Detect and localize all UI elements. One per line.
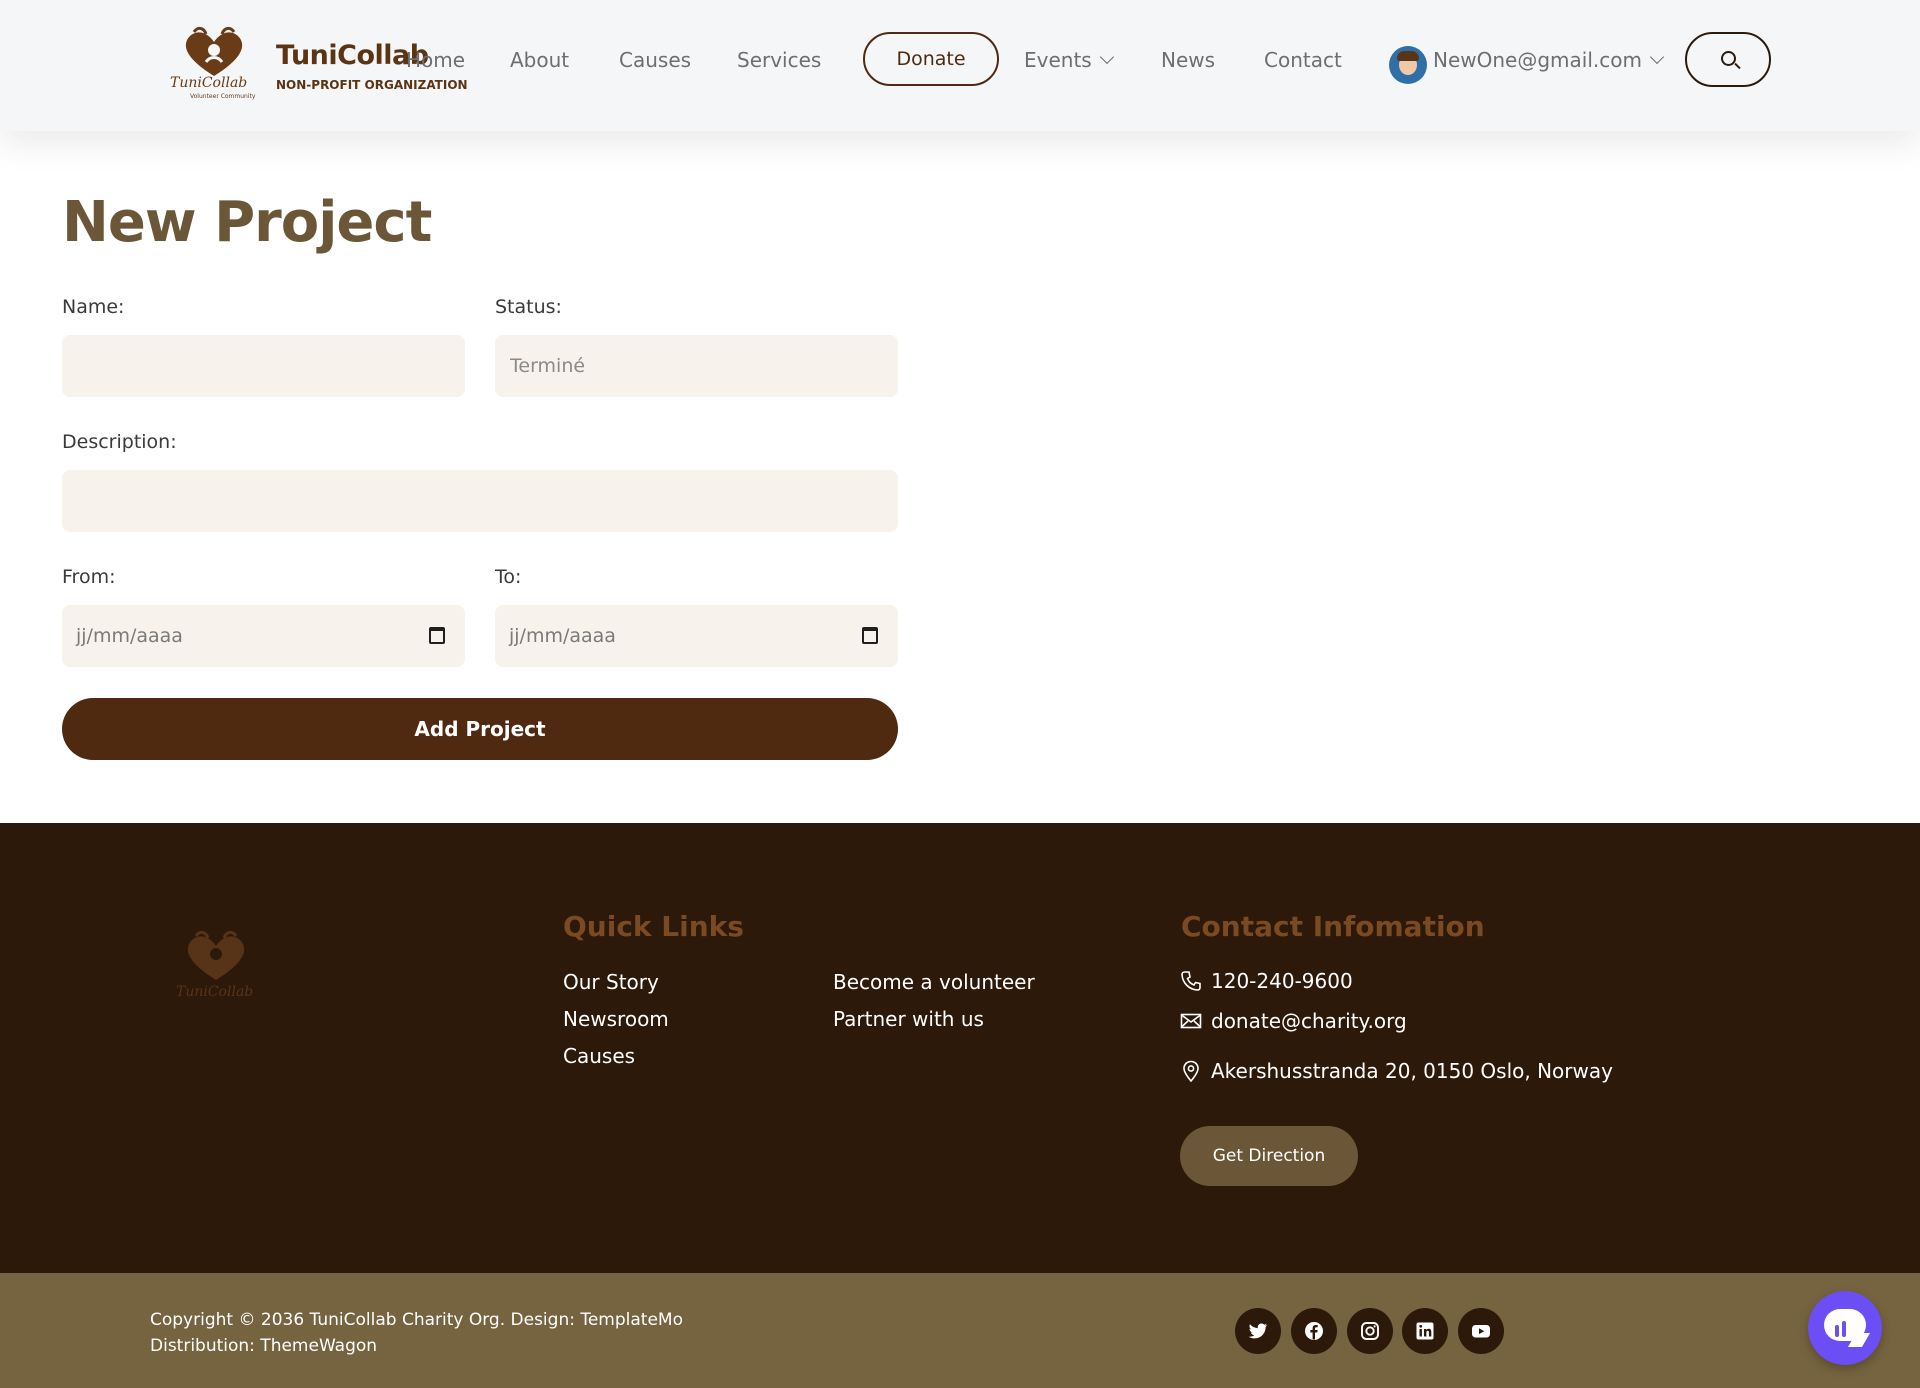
donate-button[interactable]: Donate [863, 32, 999, 86]
avatar-hair [1397, 51, 1419, 61]
calendar-icon[interactable] [429, 627, 445, 644]
contact-phone-text: 120-240-9600 [1211, 969, 1353, 993]
to-date-placeholder: jj/mm/aaaa [509, 625, 616, 647]
youtube-icon [1472, 1325, 1490, 1338]
nav-home[interactable]: Home [406, 48, 465, 72]
from-date-input[interactable]: jj/mm/aaaa [62, 605, 465, 667]
twitter-icon [1248, 1323, 1268, 1339]
facebook-icon [1305, 1322, 1323, 1340]
nav-contact[interactable]: Contact [1264, 48, 1342, 72]
linkedin-link[interactable] [1402, 1308, 1448, 1354]
linkedin-icon [1416, 1322, 1434, 1340]
nav-events-label: Events [1024, 48, 1092, 72]
nav-causes[interactable]: Causes [619, 48, 691, 72]
location-pin-icon [1183, 1060, 1199, 1082]
user-avatar[interactable] [1389, 46, 1427, 84]
name-label: Name: [62, 296, 125, 318]
from-date-placeholder: jj/mm/aaaa [76, 625, 183, 647]
page-title: New Project [62, 190, 432, 255]
contact-address-text: Akershusstranda 20, 0150 Oslo, Norway [1211, 1059, 1613, 1083]
description-input[interactable] [62, 470, 898, 532]
copyright-text: Copyright © 2036 TuniCollab Charity Org.… [150, 1307, 683, 1359]
nav-news[interactable]: News [1161, 48, 1215, 72]
to-date-input[interactable]: jj/mm/aaaa [495, 605, 898, 667]
footer-logo-icon[interactable]: TuniCollab [170, 930, 262, 1008]
instagram-link[interactable] [1347, 1308, 1393, 1354]
add-project-button[interactable]: Add Project [62, 698, 898, 760]
nav-about[interactable]: About [510, 48, 569, 72]
contact-heading: Contact Infomation [1181, 910, 1485, 943]
user-menu[interactable]: NewOne@gmail.com [1433, 48, 1665, 72]
search-button[interactable] [1685, 32, 1771, 87]
quick-links-heading: Quick Links [563, 910, 744, 943]
copyright-line-2: Distribution: ThemeWagon [150, 1336, 378, 1356]
site-header: TuniCollab Volunteer Community TuniColla… [0, 0, 1920, 131]
footer-link-causes[interactable]: Causes [563, 1044, 635, 1068]
chat-widget-button[interactable] [1808, 1291, 1882, 1365]
chevron-down-icon [1649, 49, 1665, 65]
description-label: Description: [62, 431, 177, 453]
to-label: To: [495, 566, 522, 588]
chevron-down-icon [1099, 49, 1114, 65]
footer-link-become-volunteer[interactable]: Become a volunteer [833, 970, 1035, 994]
instagram-icon [1361, 1322, 1379, 1340]
name-input[interactable] [62, 335, 465, 397]
footer-link-partner[interactable]: Partner with us [833, 1007, 984, 1031]
copyright-line-1: Copyright © 2036 TuniCollab Charity Org.… [150, 1310, 683, 1330]
twitter-link[interactable] [1235, 1308, 1281, 1354]
site-logo[interactable]: TuniCollab Volunteer Community [168, 26, 260, 104]
status-label: Status: [495, 296, 562, 318]
logo-subtext: Volunteer Community [190, 93, 256, 100]
chat-bars-icon [1835, 1318, 1855, 1356]
nav-services[interactable]: Services [737, 48, 821, 72]
logo-script-text: TuniCollab [170, 75, 248, 91]
envelope-icon [1180, 1013, 1202, 1029]
brand-tagline: NON-PROFIT ORGANIZATION [276, 78, 468, 92]
facebook-link[interactable] [1291, 1308, 1337, 1354]
user-email: NewOne@gmail.com [1433, 48, 1642, 72]
search-icon-handle [1734, 62, 1741, 70]
footer-logo-script: TuniCollab [176, 984, 253, 1000]
youtube-link[interactable] [1458, 1308, 1504, 1354]
from-label: From: [62, 566, 116, 588]
get-direction-button[interactable]: Get Direction [1180, 1126, 1358, 1186]
footer-link-our-story[interactable]: Our Story [563, 970, 659, 994]
nav-events[interactable]: Events [1024, 48, 1114, 72]
footer-link-newsroom[interactable]: Newsroom [563, 1007, 669, 1031]
site-footer [0, 823, 1920, 1273]
phone-icon [1181, 971, 1201, 991]
calendar-icon[interactable] [862, 627, 878, 644]
status-input[interactable] [495, 335, 898, 397]
contact-email-text: donate@charity.org [1211, 1009, 1407, 1033]
